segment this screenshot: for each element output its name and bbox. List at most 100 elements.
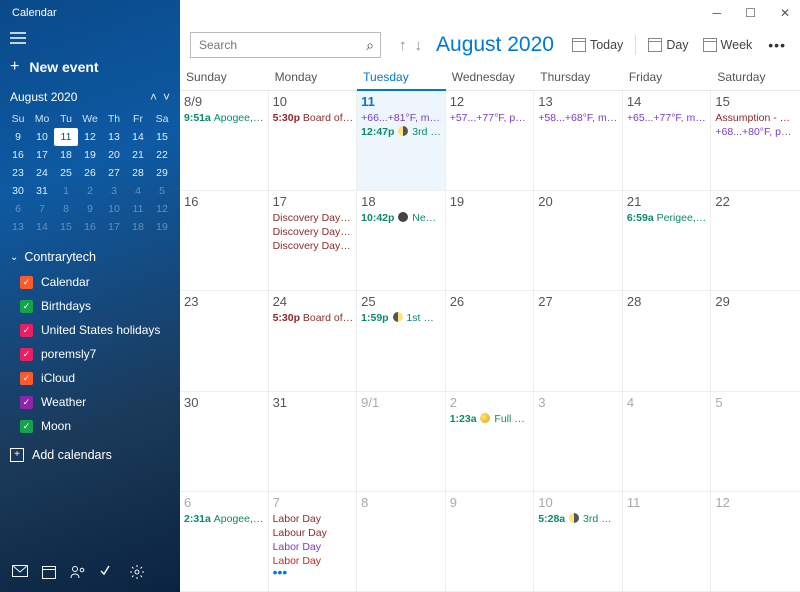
mini-day[interactable]: 17 [30,146,54,164]
mini-day[interactable]: 14 [126,128,150,146]
event-item[interactable]: 10:42p New mo [361,211,442,225]
mini-day[interactable]: 3 [102,182,126,200]
day-cell[interactable]: 11+66...+81°F, moder12:47p 3rd Qua [357,91,446,191]
week-view-button[interactable]: Week [701,35,755,55]
day-cell[interactable]: 27 [534,291,623,391]
day-cell[interactable]: 13+58...+68°F, moder [534,91,623,191]
day-cell[interactable]: 62:31a Apogee, 252, [180,492,269,592]
event-item[interactable]: Discovery Day (Yuk [273,211,354,225]
settings-icon[interactable] [130,565,144,582]
day-cell[interactable]: 105:28a 3rd Quart [534,492,623,592]
event-item[interactable]: +57...+77°F, partly c [450,111,531,125]
day-cell[interactable]: 15Assumption - Weste+68...+80°F, patchy [711,91,800,191]
checkbox-icon[interactable]: ✓ [20,396,33,409]
close-button[interactable]: ✕ [776,4,794,22]
day-cell[interactable]: 1810:42p New mo [357,191,446,291]
mini-day[interactable]: 19 [150,218,174,236]
mini-day[interactable]: 7 [30,200,54,218]
checkbox-icon[interactable]: ✓ [20,420,33,433]
mini-day[interactable]: 18 [126,218,150,236]
day-cell[interactable]: 9/1 [357,392,446,492]
event-item[interactable]: Labor Day [273,540,354,554]
minimize-button[interactable]: ─ [709,4,726,22]
mini-day[interactable]: 29 [150,164,174,182]
period-title[interactable]: August 2020 [436,33,554,57]
mini-day[interactable]: 13 [6,218,30,236]
search-box[interactable]: ⌕ [190,32,381,58]
event-item[interactable]: 5:30p Board of Edu [273,311,354,325]
mini-day[interactable]: 5 [150,182,174,200]
mini-day[interactable]: 31 [30,182,54,200]
calendar-item[interactable]: ✓Weather [10,390,170,414]
day-cell[interactable]: 3 [534,392,623,492]
event-item[interactable]: +66...+81°F, moder [361,111,442,125]
mini-day[interactable]: 2 [78,182,102,200]
day-cell[interactable]: 105:30p Board of Edu [269,91,358,191]
mini-day[interactable]: 11 [54,128,78,146]
event-item[interactable]: 1:23a Full moon [450,412,531,426]
mini-day[interactable]: 8 [54,200,78,218]
day-cell[interactable]: 5 [711,392,800,492]
event-item[interactable]: 12:47p 3rd Qua [361,125,442,139]
day-cell[interactable]: 22 [711,191,800,291]
day-cell[interactable]: 11 [623,492,712,592]
calendar-item[interactable]: ✓Calendar [10,270,170,294]
search-input[interactable] [195,38,366,52]
event-item[interactable]: +65...+77°F, moder [627,111,708,125]
event-item[interactable]: 2:31a Apogee, 252, [184,512,265,526]
day-cell[interactable]: 23 [180,291,269,391]
event-item[interactable]: Labor Day [273,512,354,526]
day-cell[interactable]: 4 [623,392,712,492]
mini-day[interactable]: 4 [126,182,150,200]
mini-day[interactable]: 24 [30,164,54,182]
more-button[interactable]: ••• [764,37,790,53]
mini-day[interactable]: 1 [54,182,78,200]
more-events-icon[interactable]: ••• [273,568,354,576]
calendar-item[interactable]: ✓iCloud [10,366,170,390]
mini-day[interactable]: 30 [6,182,30,200]
day-cell[interactable]: 17Discovery Day (YukDiscovery Day (YukDi… [269,191,358,291]
event-item[interactable]: Assumption - Weste [715,111,797,125]
day-cell[interactable]: 16 [180,191,269,291]
day-cell[interactable]: 12+57...+77°F, partly c [446,91,535,191]
maximize-button[interactable]: ☐ [741,4,760,22]
event-item[interactable]: 5:28a 3rd Quart [538,512,619,526]
day-cell[interactable]: 29 [711,291,800,391]
day-cell[interactable]: 245:30p Board of Edu [269,291,358,391]
calendar-icon[interactable] [42,565,56,582]
mini-day[interactable]: 12 [150,200,174,218]
event-item[interactable]: 5:30p Board of Edu [273,111,354,125]
day-cell[interactable]: 30 [180,392,269,492]
mini-day[interactable]: 25 [54,164,78,182]
day-cell[interactable]: 216:59a Perigee, 225, [623,191,712,291]
account-toggle[interactable]: ⌄ Contrarytech [10,250,170,264]
mini-day[interactable]: 9 [78,200,102,218]
checkbox-icon[interactable]: ✓ [20,300,33,313]
mini-day[interactable]: 23 [6,164,30,182]
event-item[interactable]: 1:59p 1st Quart [361,311,442,325]
mini-day[interactable]: 10 [102,200,126,218]
search-icon[interactable]: ⌕ [366,37,376,54]
mini-day[interactable]: 19 [78,146,102,164]
event-item[interactable]: Discovery Day (Yuk [273,225,354,239]
day-cell[interactable]: 19 [446,191,535,291]
mini-day[interactable]: 18 [54,146,78,164]
mini-day[interactable]: 14 [30,218,54,236]
checkbox-icon[interactable]: ✓ [20,324,33,337]
day-view-button[interactable]: Day [646,35,690,55]
mini-day[interactable]: 10 [30,128,54,146]
mini-day[interactable]: 16 [6,146,30,164]
day-cell[interactable]: 20 [534,191,623,291]
prev-period-icon[interactable]: ↑ [399,37,407,54]
mini-day[interactable]: 28 [126,164,150,182]
mini-day[interactable]: 9 [6,128,30,146]
todo-icon[interactable] [100,565,116,582]
day-cell[interactable]: 28 [623,291,712,391]
next-period-icon[interactable]: ↓ [415,37,423,54]
day-cell[interactable]: 9 [446,492,535,592]
event-item[interactable]: Labour Day [273,526,354,540]
people-icon[interactable] [70,565,86,582]
event-item[interactable]: 6:59a Perigee, 225, [627,211,708,225]
day-cell[interactable]: 12 [711,492,800,592]
event-item[interactable]: +58...+68°F, moder [538,111,619,125]
